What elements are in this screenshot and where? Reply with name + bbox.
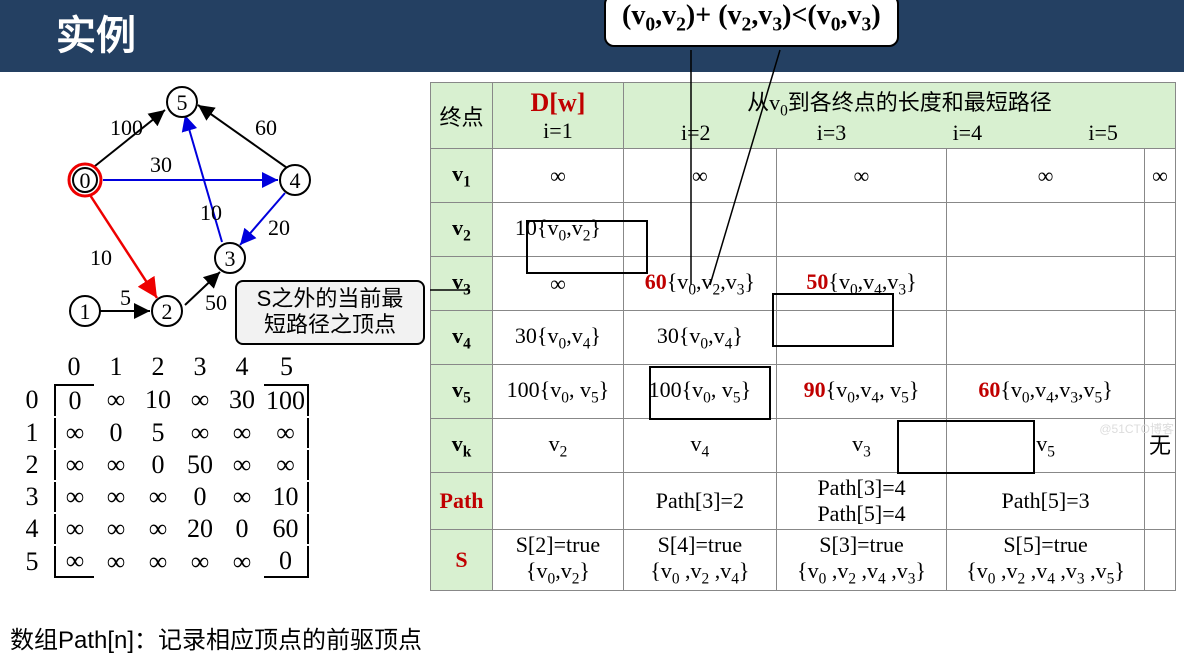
svg-text:100: 100 bbox=[110, 115, 143, 140]
graph-node-0: 0 bbox=[69, 164, 101, 196]
svg-text:2: 2 bbox=[162, 299, 173, 324]
path-array-caption: 数组Path[n]：记录相应顶点的前驱顶点 bbox=[10, 620, 422, 655]
watermark: @51CTO博客 bbox=[1099, 420, 1174, 437]
cell-3-3 bbox=[947, 311, 1145, 365]
svg-text:5: 5 bbox=[177, 90, 188, 115]
cell-7-4 bbox=[1144, 530, 1175, 591]
row-label-5: vk bbox=[431, 419, 493, 473]
cell-4-3: 60{v0,v4,v3,v5} bbox=[947, 365, 1145, 419]
graph-node-1: 1 bbox=[70, 296, 100, 326]
header-i3: i=3 bbox=[817, 120, 847, 146]
header-endpoint: 终点 bbox=[439, 105, 483, 130]
header-i5: i=5 bbox=[1088, 120, 1118, 146]
header-dw: D[w] bbox=[531, 88, 586, 117]
svg-text:0: 0 bbox=[80, 168, 91, 193]
svg-text:5: 5 bbox=[120, 285, 131, 310]
row-label-4: v5 bbox=[431, 365, 493, 419]
cell-3-0: 30{v0,v4} bbox=[493, 311, 624, 365]
cell-4-0: 100{v0, v5} bbox=[493, 365, 624, 419]
cell-7-3: S[5]=true{v0 ,v2 ,v4 ,v3 ,v5} bbox=[947, 530, 1145, 591]
cell-6-1: Path[3]=2 bbox=[623, 473, 776, 530]
selection-box-v5 bbox=[897, 420, 1035, 474]
cell-0-1: ∞ bbox=[623, 149, 776, 203]
cell-4-4 bbox=[1144, 365, 1175, 419]
header-i1: i=1 bbox=[543, 118, 573, 143]
cell-7-0: S[2]=true{v0,v2} bbox=[493, 530, 624, 591]
cell-0-0: ∞ bbox=[493, 149, 624, 203]
cell-2-4 bbox=[1144, 257, 1175, 311]
svg-text:50: 50 bbox=[205, 290, 227, 315]
graph-node-3: 3 bbox=[215, 243, 245, 273]
row-label-3: v4 bbox=[431, 311, 493, 365]
svg-text:1: 1 bbox=[80, 299, 91, 324]
svg-text:60: 60 bbox=[255, 115, 277, 140]
svg-text:10: 10 bbox=[200, 200, 222, 225]
row-label-2: v3 bbox=[431, 257, 493, 311]
row-label-7: S bbox=[431, 530, 493, 591]
selection-box-v3 bbox=[772, 293, 894, 347]
cell-5-1: v4 bbox=[623, 419, 776, 473]
cell-0-3: ∞ bbox=[947, 149, 1145, 203]
cell-6-2: Path[3]=4Path[5]=4 bbox=[776, 473, 946, 530]
svg-text:4: 4 bbox=[290, 168, 301, 193]
selection-box-v2 bbox=[526, 220, 648, 274]
cell-7-1: S[4]=true{v0 ,v2 ,v4} bbox=[623, 530, 776, 591]
slide-title: 实例 bbox=[0, 0, 1184, 72]
cell-5-0: v2 bbox=[493, 419, 624, 473]
cell-3-4 bbox=[1144, 311, 1175, 365]
cell-1-4 bbox=[1144, 203, 1175, 257]
svg-text:3: 3 bbox=[225, 246, 236, 271]
cell-6-4 bbox=[1144, 473, 1175, 530]
cell-7-2: S[3]=true{v0 ,v2 ,v4 ,v3} bbox=[776, 530, 946, 591]
adjacency-matrix: 012 345 0 0∞10∞30100 1 ∞05∞∞∞ 2 ∞∞050∞∞ … bbox=[10, 350, 311, 580]
row-label-6: Path bbox=[431, 473, 493, 530]
callout-s-outside: S之外的当前最短路径之顶点 bbox=[235, 280, 425, 345]
cell-0-2: ∞ bbox=[776, 149, 946, 203]
selection-box-v4 bbox=[649, 366, 771, 420]
header-i2: i=2 bbox=[681, 120, 711, 146]
cell-1-3 bbox=[947, 203, 1145, 257]
graph-node-2: 2 bbox=[152, 296, 182, 326]
svg-text:30: 30 bbox=[150, 152, 172, 177]
cell-6-3: Path[5]=3 bbox=[947, 473, 1145, 530]
graph-node-4: 4 bbox=[280, 165, 310, 195]
cell-0-4: ∞ bbox=[1144, 149, 1175, 203]
cell-3-1: 30{v0,v4} bbox=[623, 311, 776, 365]
svg-text:10: 10 bbox=[90, 245, 112, 270]
formula-callout: (v0,v2)+ (v2,v3)<(v0,v3) bbox=[604, 0, 899, 47]
cell-2-3 bbox=[947, 257, 1145, 311]
header-subtitle: 从v0到各终点的长度和最短路径 bbox=[628, 85, 1171, 120]
cell-4-2: 90{v0,v4, v5} bbox=[776, 365, 946, 419]
row-label-0: v1 bbox=[431, 149, 493, 203]
cell-1-2 bbox=[776, 203, 946, 257]
cell-6-0 bbox=[493, 473, 624, 530]
row-label-1: v2 bbox=[431, 203, 493, 257]
left-column: 100 60 30 20 10 10 50 5 0 5 4 3 2 1 S之外的… bbox=[10, 80, 430, 355]
header-i4: i=4 bbox=[953, 120, 983, 146]
graph-node-5: 5 bbox=[167, 87, 197, 117]
svg-text:20: 20 bbox=[268, 215, 290, 240]
